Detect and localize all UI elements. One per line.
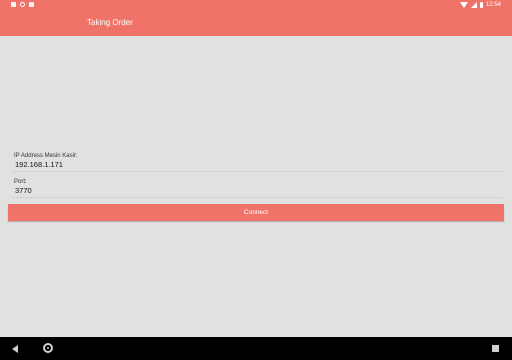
wifi-icon — [459, 2, 468, 8]
recents-icon[interactable] — [492, 345, 499, 352]
status-bar-right: 12:54 — [459, 1, 501, 9]
ip-address-underline — [11, 171, 503, 172]
port-label: Port: — [14, 179, 27, 185]
sync-icon — [20, 2, 25, 7]
connect-button[interactable]: Connect — [8, 204, 504, 221]
battery-icon — [479, 2, 483, 8]
navigation-bar — [0, 337, 512, 360]
status-time: 12:54 — [485, 2, 501, 8]
home-icon[interactable] — [43, 343, 53, 353]
status-bar-left-icons — [11, 2, 34, 7]
back-icon[interactable] — [12, 345, 18, 353]
port-underline — [11, 197, 503, 198]
ip-address-field[interactable]: 192.168.1.171 — [15, 160, 63, 169]
sd-card-icon — [29, 2, 34, 7]
port-field[interactable]: 3770 — [15, 186, 32, 195]
notification-square-icon — [11, 2, 16, 7]
signal-icon — [470, 2, 477, 8]
page-title: Taking Order — [87, 18, 133, 27]
status-bar: 12:54 — [0, 0, 512, 10]
ip-address-label: IP Address Mesin Kasir: — [14, 153, 78, 159]
app-bar: Taking Order — [0, 10, 512, 36]
